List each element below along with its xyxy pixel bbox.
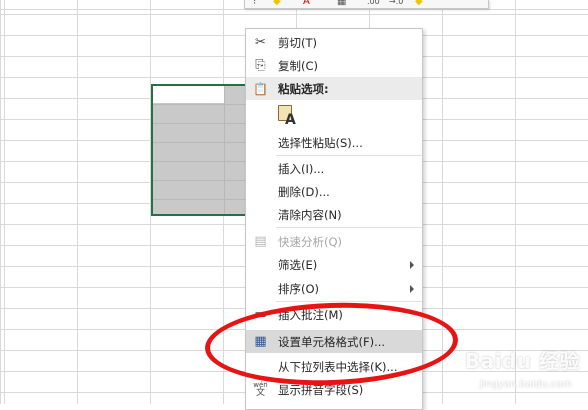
- submenu-arrow-icon: [410, 285, 414, 293]
- submenu-arrow-icon: [410, 261, 414, 269]
- paste-option-letter: A: [285, 112, 296, 128]
- menu-item-quick-analysis: ▤ 快速分析(Q): [246, 230, 422, 253]
- menu-item-filter-label: 筛选(E): [278, 257, 318, 272]
- menu-item-delete-label: 删除(D)...: [278, 184, 330, 199]
- menu-item-insert[interactable]: 插入(I)...: [246, 157, 422, 180]
- menu-separator: [276, 227, 422, 228]
- menu-item-paste-special[interactable]: 选择性粘贴(S)...: [246, 131, 422, 154]
- menu-item-cut[interactable]: ✂ 剪切(T): [246, 31, 422, 54]
- menu-item-delete[interactable]: 删除(D)...: [246, 180, 422, 203]
- menu-item-sort[interactable]: 排序(O): [246, 277, 422, 300]
- menu-item-cut-label: 剪切(T): [278, 35, 317, 50]
- toolbar-glyph-4[interactable]: .00: [367, 0, 380, 8]
- menu-item-copy-label: 复制(C): [278, 58, 319, 73]
- toolbar-glyph-6[interactable]: ◆: [415, 0, 423, 8]
- mini-toolbar: ⁝ ◆ A ▦ .00 →.0 ◆: [244, 0, 489, 9]
- toolbar-glyph-0[interactable]: ⁝: [253, 0, 256, 8]
- toolbar-glyph-1[interactable]: ◆: [273, 0, 281, 8]
- menu-separator: [276, 155, 422, 156]
- toolbar-glyph-3[interactable]: ▦: [337, 0, 346, 8]
- menu-item-insert-label: 插入(I)...: [278, 161, 325, 176]
- paste-option-keep-text[interactable]: A: [276, 103, 300, 129]
- menu-item-quick-analysis-label: 快速分析(Q): [278, 234, 343, 249]
- menu-header-paste-options-label: 粘贴选项:: [278, 81, 329, 96]
- menu-item-clear-contents-label: 清除内容(N): [278, 207, 342, 222]
- menu-item-filter[interactable]: 筛选(E): [246, 253, 422, 276]
- pinyin-icon: wén 文: [252, 381, 269, 398]
- active-cell[interactable]: [153, 86, 224, 103]
- menu-item-sort-label: 排序(O): [278, 281, 320, 296]
- menu-item-paste-special-label: 选择性粘贴(S)...: [278, 135, 363, 150]
- watermark-logo: Baidu 经验: [464, 349, 580, 373]
- paste-icon: 📋: [253, 81, 268, 96]
- menu-header-paste-options: 📋 粘贴选项:: [246, 77, 422, 100]
- menu-item-clear-contents[interactable]: 清除内容(N): [246, 203, 422, 226]
- quick-analysis-icon: ▤: [254, 234, 267, 249]
- scissors-icon: ✂: [255, 35, 266, 50]
- copy-icon: ⎘: [255, 58, 266, 73]
- toolbar-glyph-5[interactable]: →.0: [389, 0, 403, 8]
- pinyin-icon-char: 文: [255, 387, 265, 398]
- toolbar-glyph-2[interactable]: A: [303, 0, 310, 8]
- watermark-url: jingyan.baidu.com: [479, 379, 572, 390]
- menu-item-copy[interactable]: ⎘ 复制(C): [246, 54, 422, 77]
